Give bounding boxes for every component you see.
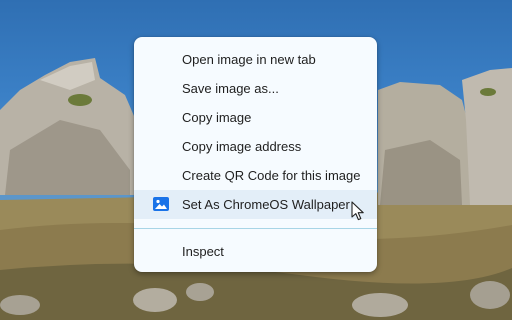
menu-item-label: Inspect bbox=[182, 244, 224, 259]
menu-item-label: Copy image address bbox=[182, 139, 302, 154]
menu-item-copy-image-address[interactable]: Copy image address bbox=[134, 132, 377, 161]
menu-separator bbox=[134, 228, 377, 229]
menu-item-label: Save image as... bbox=[182, 81, 279, 96]
menu-item-create-qr-code[interactable]: Create QR Code for this image bbox=[134, 161, 377, 190]
context-menu: Open image in new tab Save image as... C… bbox=[134, 37, 377, 272]
menu-item-label: Open image in new tab bbox=[182, 52, 316, 67]
menu-item-inspect[interactable]: Inspect bbox=[134, 237, 377, 266]
menu-item-open-image-new-tab[interactable]: Open image in new tab bbox=[134, 45, 377, 74]
menu-item-label: Copy image bbox=[182, 110, 252, 125]
menu-item-label: Set As ChromeOS Wallpaper bbox=[182, 197, 350, 212]
menu-item-save-image-as[interactable]: Save image as... bbox=[134, 74, 377, 103]
menu-item-label: Create QR Code for this image bbox=[182, 168, 361, 183]
menu-item-set-chromeos-wallpaper[interactable]: Set As ChromeOS Wallpaper bbox=[134, 190, 377, 219]
menu-item-copy-image[interactable]: Copy image bbox=[134, 103, 377, 132]
wallpaper-icon bbox=[153, 197, 169, 211]
mouse-pointer-icon bbox=[351, 201, 365, 221]
